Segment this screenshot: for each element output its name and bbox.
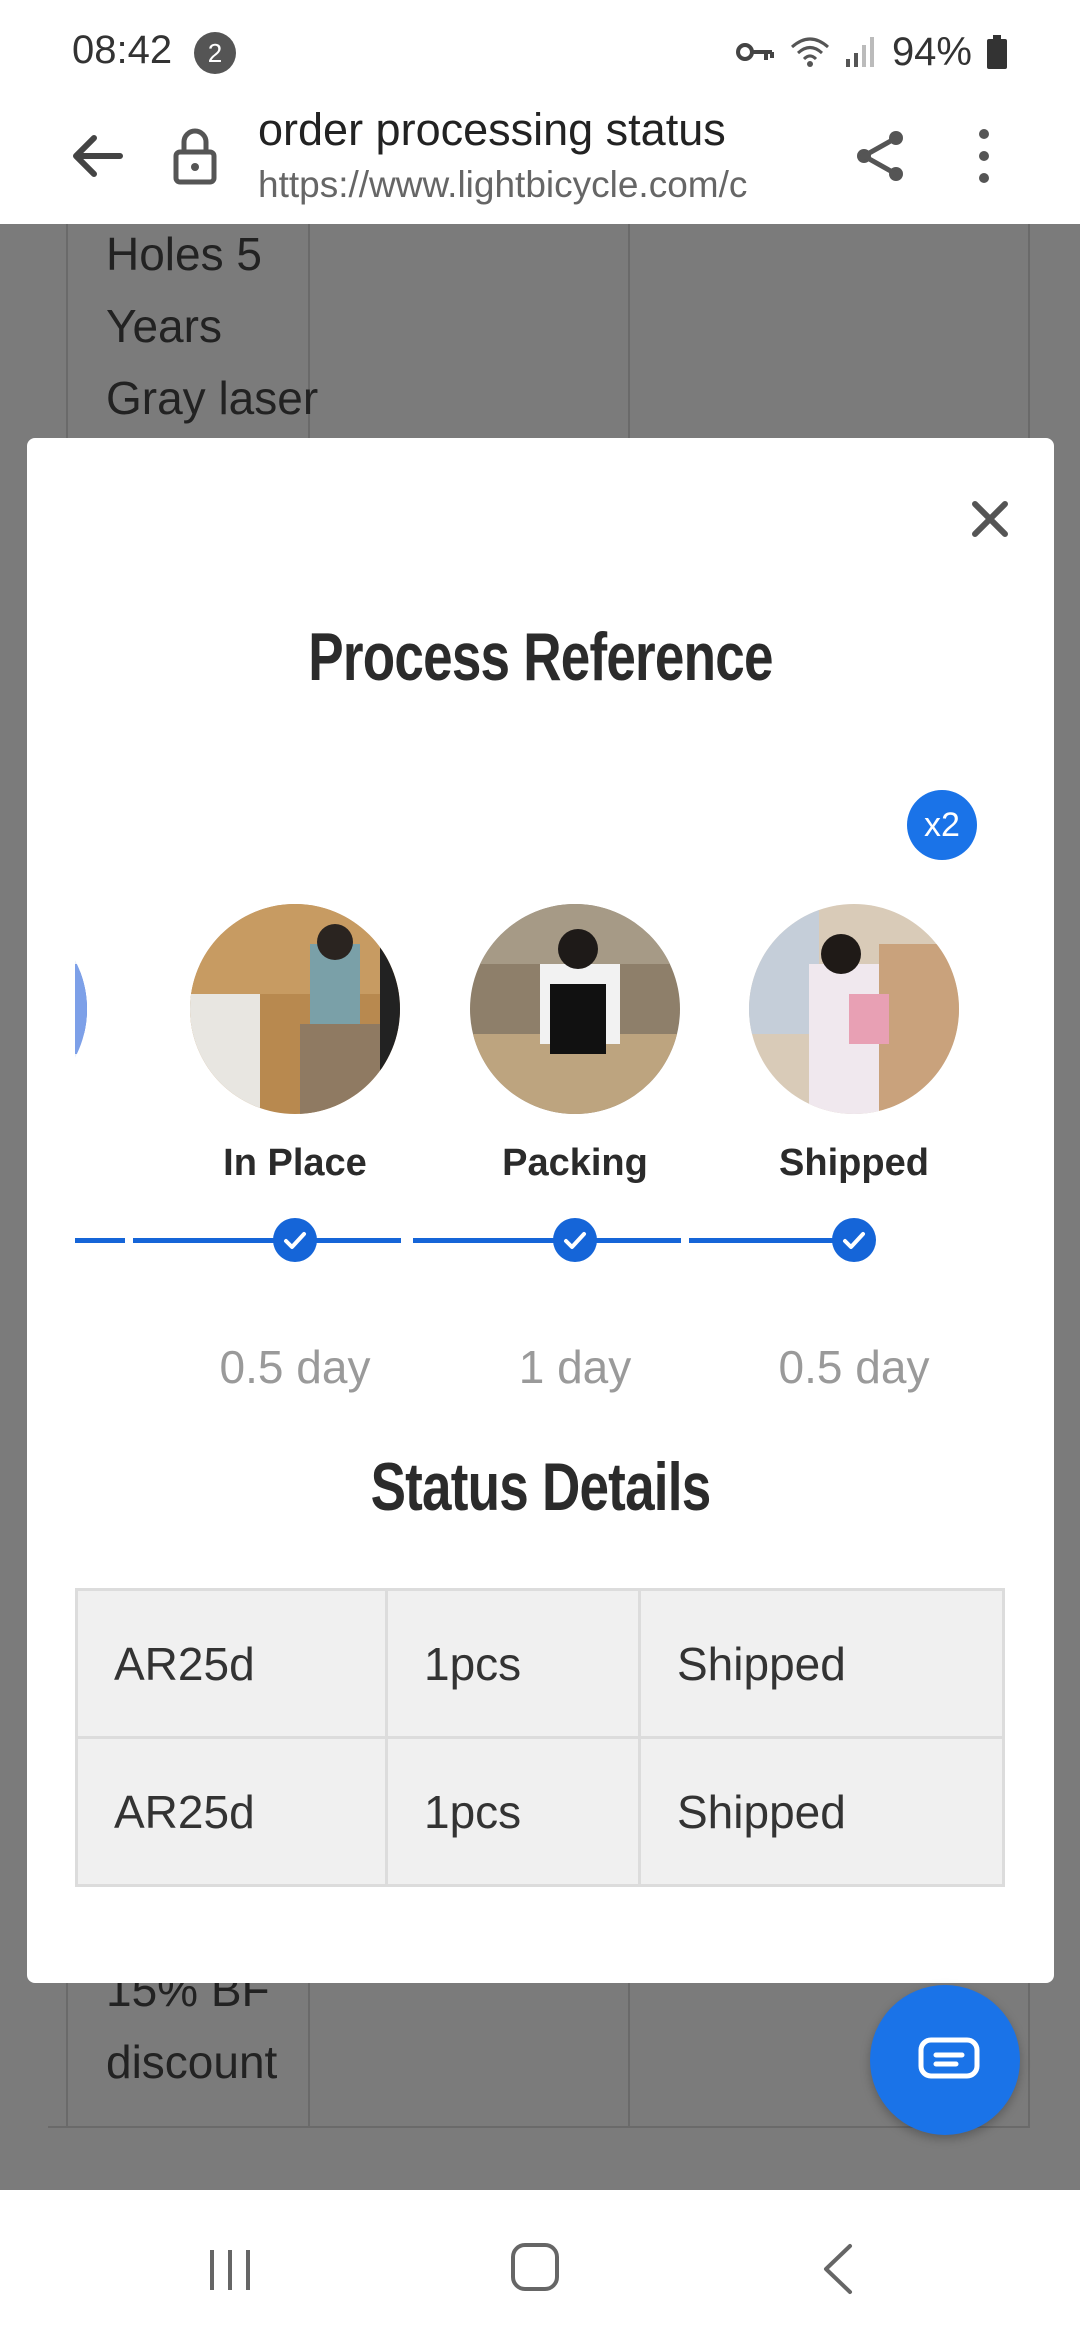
background-cell-line: Holes 5 bbox=[106, 228, 262, 280]
status-table: AR25d 1pcs Shipped AR25d 1pcs Shipped bbox=[75, 1588, 1005, 1887]
recent-apps-icon[interactable] bbox=[206, 2248, 254, 2292]
url-text[interactable]: https://www.lightbicycle.com/c bbox=[258, 164, 806, 206]
more-vert-icon[interactable] bbox=[960, 124, 1008, 188]
step-photo bbox=[749, 904, 959, 1114]
step-label: Shipped bbox=[779, 1142, 929, 1184]
check-icon bbox=[553, 1218, 597, 1262]
timeline-line bbox=[133, 1238, 401, 1243]
chat-icon bbox=[918, 2037, 980, 2079]
timeline-line bbox=[689, 1238, 843, 1243]
wifi-icon bbox=[790, 37, 829, 67]
back-icon[interactable] bbox=[818, 2242, 858, 2296]
battery-percent: 94% bbox=[891, 29, 972, 74]
table-row: AR25d 1pcs Shipped bbox=[75, 1588, 1005, 1739]
step-photo bbox=[75, 904, 87, 1114]
step-duration: 0.5 day bbox=[778, 1341, 930, 1393]
lock-icon[interactable] bbox=[170, 126, 220, 186]
chat-button[interactable] bbox=[870, 1985, 1020, 2135]
check-icon bbox=[273, 1218, 317, 1262]
table-cell-model: AR25d bbox=[75, 1588, 388, 1739]
step-label: Packing bbox=[502, 1142, 648, 1184]
vpn-key-icon bbox=[735, 43, 774, 61]
step-photo bbox=[190, 904, 400, 1114]
page-title[interactable]: order processing status bbox=[258, 104, 818, 156]
browser-toolbar: order processing status https://www.ligh… bbox=[0, 100, 1080, 224]
background-cell-line: Gray laser bbox=[106, 372, 319, 424]
home-icon[interactable] bbox=[510, 2242, 560, 2292]
table-row: AR25d 1pcs Shipped bbox=[75, 1736, 1005, 1887]
signal-icon bbox=[845, 37, 874, 67]
step-duration: 0.5 day bbox=[219, 1341, 371, 1393]
status-details-title: Status Details bbox=[370, 1449, 712, 1525]
check-icon bbox=[832, 1218, 876, 1262]
timeline-line bbox=[413, 1238, 681, 1243]
process-modal: Process Reference s bbox=[27, 438, 1054, 1983]
shipment-count-badge: x2 bbox=[907, 790, 977, 860]
status-icons: 94% bbox=[735, 24, 1008, 80]
background-cell-line: Years bbox=[106, 300, 222, 352]
table-cell-model: AR25d bbox=[75, 1736, 388, 1887]
background-cell-line: discount bbox=[106, 2036, 278, 2088]
status-time: 08:42 bbox=[72, 28, 173, 72]
table-divider bbox=[48, 2126, 1030, 2128]
step-photo bbox=[470, 904, 680, 1114]
table-cell-status: Shipped bbox=[638, 1736, 1005, 1887]
table-cell-quantity: 1pcs bbox=[385, 1588, 641, 1739]
process-steps-carousel[interactable]: s In Place 0.5 day bbox=[75, 808, 1005, 1408]
step-duration: 1 day bbox=[518, 1341, 632, 1393]
process-reference-title: Process Reference bbox=[308, 619, 773, 695]
share-icon[interactable] bbox=[850, 126, 910, 186]
close-icon[interactable] bbox=[965, 494, 1015, 544]
back-arrow-icon[interactable] bbox=[68, 126, 128, 186]
system-nav-bar bbox=[0, 2190, 1080, 2340]
timeline-line bbox=[75, 1238, 125, 1243]
table-cell-quantity: 1pcs bbox=[385, 1736, 641, 1887]
table-cell-status: Shipped bbox=[638, 1588, 1005, 1739]
status-bar: 08:42 2 94% bbox=[0, 0, 1080, 100]
notification-count-badge: 2 bbox=[194, 32, 236, 74]
battery-icon bbox=[987, 35, 1007, 69]
step-label: In Place bbox=[223, 1142, 367, 1184]
step-duration: s bbox=[75, 1340, 127, 1394]
